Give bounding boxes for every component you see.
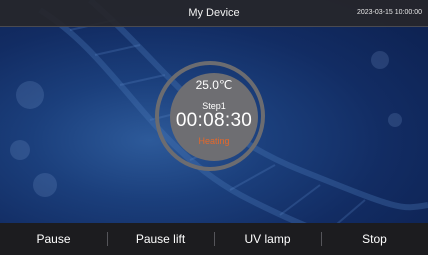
device-screen: My Device 2023-03-15 10:00:00 25.0℃ Step… xyxy=(0,0,428,255)
pause-button[interactable]: Pause xyxy=(0,223,107,255)
control-bar: Pause Pause lift UV lamp Stop xyxy=(0,223,428,255)
timer-readout: 00:08:30 xyxy=(175,110,253,131)
temperature-readout: 25.0℃ xyxy=(195,78,233,92)
datetime-display: 2023-03-15 10:00:00 xyxy=(357,9,422,16)
pause-lift-button[interactable]: Pause lift xyxy=(107,223,214,255)
top-bar: My Device 2023-03-15 10:00:00 xyxy=(0,0,428,27)
uv-lamp-button[interactable]: UV lamp xyxy=(214,223,321,255)
stop-button[interactable]: Stop xyxy=(321,223,428,255)
status-label: Heating xyxy=(198,136,230,146)
